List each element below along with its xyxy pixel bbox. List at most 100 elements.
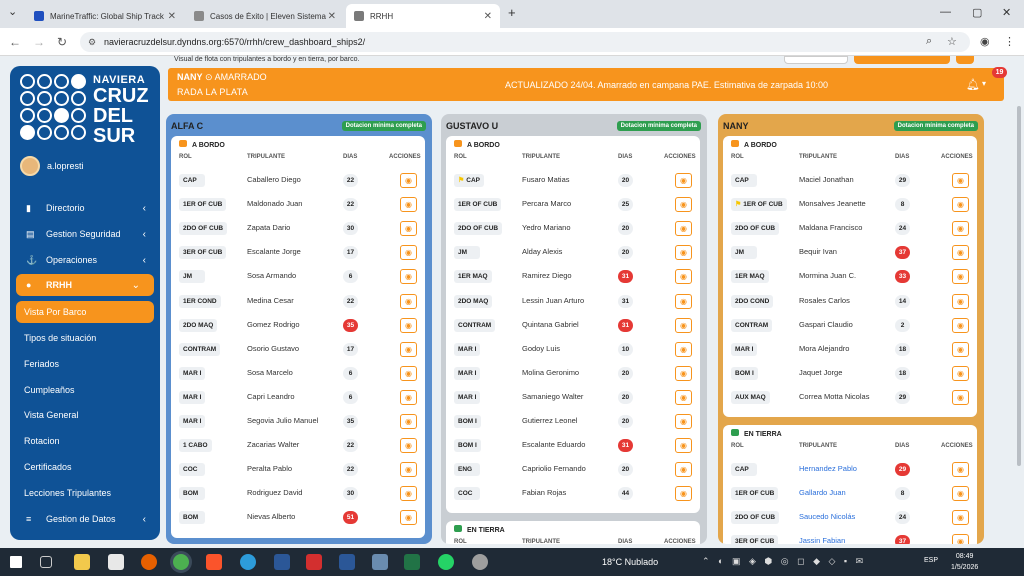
- action-button[interactable]: [854, 56, 950, 64]
- naviera-cruz-del-sur-logo[interactable]: NAVIERA CRUZ DEL SUR: [20, 74, 154, 146]
- app-icon[interactable]: [472, 554, 488, 570]
- page-scrollbar[interactable]: [1016, 66, 1022, 540]
- reload-icon[interactable]: ↻: [57, 35, 67, 49]
- crew-name[interactable]: Gallardo Juan: [799, 488, 846, 497]
- windows-start-icon[interactable]: [10, 556, 22, 568]
- back-icon[interactable]: ←: [9, 35, 21, 49]
- view-crew-button[interactable]: ◉: [952, 293, 969, 309]
- acrobat-icon[interactable]: [306, 554, 322, 570]
- view-crew-button[interactable]: ◉: [952, 245, 969, 261]
- action-icon-button[interactable]: [956, 56, 974, 64]
- view-crew-button[interactable]: ◉: [675, 245, 692, 261]
- menu-operaciones[interactable]: ⚓ Operaciones ‹: [10, 249, 160, 271]
- browser-tab-marinetraffic[interactable]: MarineTraffic: Global Ship Track ✕: [26, 4, 184, 28]
- view-crew-button[interactable]: ◉: [952, 221, 969, 237]
- crew-name[interactable]: Jassin Fabian: [799, 536, 845, 544]
- brave-icon[interactable]: [206, 554, 222, 570]
- chevron-down-icon[interactable]: ▾: [982, 79, 986, 88]
- menu-gestion-de-datos[interactable]: ≡ Gestion de Datos ‹: [10, 508, 160, 530]
- view-crew-button[interactable]: ◉: [675, 486, 692, 502]
- view-crew-button[interactable]: ◉: [675, 197, 692, 213]
- maximize-icon[interactable]: ▢: [972, 6, 982, 19]
- view-crew-button[interactable]: ◉: [675, 438, 692, 454]
- language-indicator[interactable]: ESP: [924, 557, 938, 564]
- zoom-icon[interactable]: ⌕: [926, 35, 932, 48]
- menu-rrhh[interactable]: ● RRHH ⌄: [16, 274, 154, 296]
- view-crew-button[interactable]: ◉: [952, 365, 969, 381]
- task-view-icon[interactable]: [40, 556, 52, 568]
- bell-icon[interactable]: 🔔︎: [966, 78, 980, 91]
- view-crew-button[interactable]: ◉: [400, 414, 417, 429]
- forward-icon[interactable]: →: [33, 35, 45, 49]
- view-crew-button[interactable]: ◉: [675, 269, 692, 285]
- browser-tab-casos[interactable]: Casos de Éxito | Eleven Sistema ✕: [186, 4, 344, 28]
- close-tab-icon[interactable]: ✕: [484, 11, 492, 22]
- view-crew-button[interactable]: ◉: [675, 221, 692, 237]
- menu-gestion-seguridad[interactable]: ▤ Gestion Seguridad ‹: [10, 223, 160, 245]
- view-crew-button[interactable]: ◉: [952, 462, 969, 477]
- tab-search-icon[interactable]: ⌄: [8, 5, 17, 18]
- crew-name[interactable]: Saucedo Nicolás: [799, 512, 855, 521]
- view-crew-button[interactable]: ◉: [400, 293, 417, 309]
- view-crew-button[interactable]: ◉: [952, 341, 969, 357]
- view-crew-button[interactable]: ◉: [675, 462, 692, 478]
- close-tab-icon[interactable]: ✕: [168, 11, 176, 22]
- browser-menu-icon[interactable]: ⋮: [1004, 35, 1015, 48]
- view-crew-button[interactable]: ◉: [400, 438, 417, 454]
- view-crew-button[interactable]: ◉: [952, 197, 969, 213]
- view-crew-button[interactable]: ◉: [400, 389, 417, 405]
- view-crew-button[interactable]: ◉: [400, 462, 417, 478]
- word-icon[interactable]: [339, 554, 355, 570]
- browser-tab-rrhh[interactable]: RRHH ✕: [346, 4, 500, 28]
- view-crew-button[interactable]: ◉: [952, 269, 969, 285]
- view-crew-button[interactable]: ◉: [675, 341, 692, 357]
- submenu-vista-general[interactable]: Vista General: [24, 410, 78, 420]
- file-explorer-icon[interactable]: [74, 554, 90, 570]
- view-crew-button[interactable]: ◉: [675, 414, 692, 429]
- menu-directorio[interactable]: ▮ Directorio ‹: [10, 197, 160, 219]
- submenu-vista-por-barco[interactable]: Vista Por Barco: [16, 301, 154, 323]
- submenu-tipos-de-situacion[interactable]: Tipos de situación: [24, 333, 96, 343]
- view-crew-button[interactable]: ◉: [675, 293, 692, 309]
- view-crew-button[interactable]: ◉: [952, 389, 969, 405]
- submenu-certificados[interactable]: Certificados: [24, 462, 72, 472]
- view-crew-button[interactable]: ◉: [675, 365, 692, 381]
- view-crew-button[interactable]: ◉: [675, 173, 692, 188]
- weather-widget[interactable]: 18°C Nublado: [602, 557, 658, 567]
- app-icon[interactable]: [372, 554, 388, 570]
- clock[interactable]: 08:49 1/5/2026: [951, 551, 978, 573]
- view-crew-button[interactable]: ◉: [400, 510, 417, 526]
- store-icon[interactable]: [108, 554, 124, 570]
- address-bar[interactable]: ⚙ navieracruzdelsur.dyndns.org:6570/rrhh…: [80, 32, 970, 52]
- excel-icon[interactable]: [404, 554, 420, 570]
- filter-control[interactable]: [784, 56, 848, 64]
- submenu-feriados[interactable]: Feriados: [24, 359, 59, 369]
- app-icon[interactable]: [240, 554, 256, 570]
- user-profile[interactable]: a.lopresti: [20, 156, 84, 176]
- close-tab-icon[interactable]: ✕: [328, 11, 336, 22]
- submenu-rotacion[interactable]: Rotacion: [24, 436, 60, 446]
- close-window-icon[interactable]: ✕: [1002, 6, 1011, 19]
- view-crew-button[interactable]: ◉: [952, 510, 969, 526]
- view-crew-button[interactable]: ◉: [400, 221, 417, 237]
- view-crew-button[interactable]: ◉: [675, 317, 692, 333]
- view-crew-button[interactable]: ◉: [952, 317, 969, 333]
- scrollbar-thumb[interactable]: [1017, 106, 1021, 466]
- system-tray[interactable]: ⌃ ◐ ▣ ◈ ⬢ ◎ ◻ ◆ ◇ ▪ ✉: [702, 556, 866, 567]
- view-crew-button[interactable]: ◉: [400, 317, 417, 333]
- view-crew-button[interactable]: ◉: [400, 269, 417, 285]
- new-tab-button[interactable]: +: [508, 5, 516, 20]
- whatsapp-icon[interactable]: [438, 554, 454, 570]
- submenu-lecciones-tripulantes[interactable]: Lecciones Tripulantes: [24, 488, 111, 498]
- bookmark-star-icon[interactable]: ☆: [947, 35, 957, 48]
- view-crew-button[interactable]: ◉: [400, 486, 417, 502]
- crew-name[interactable]: Hernandez Pablo: [799, 464, 857, 473]
- firefox-icon[interactable]: [141, 554, 157, 570]
- view-crew-button[interactable]: ◉: [952, 173, 969, 188]
- view-crew-button[interactable]: ◉: [400, 245, 417, 261]
- profile-icon[interactable]: ◉: [980, 35, 990, 48]
- view-crew-button[interactable]: ◉: [675, 389, 692, 405]
- submenu-cumpleanos[interactable]: Cumpleaños: [24, 385, 75, 395]
- chrome-icon[interactable]: [173, 554, 189, 570]
- site-info-icon[interactable]: ⚙: [88, 32, 96, 52]
